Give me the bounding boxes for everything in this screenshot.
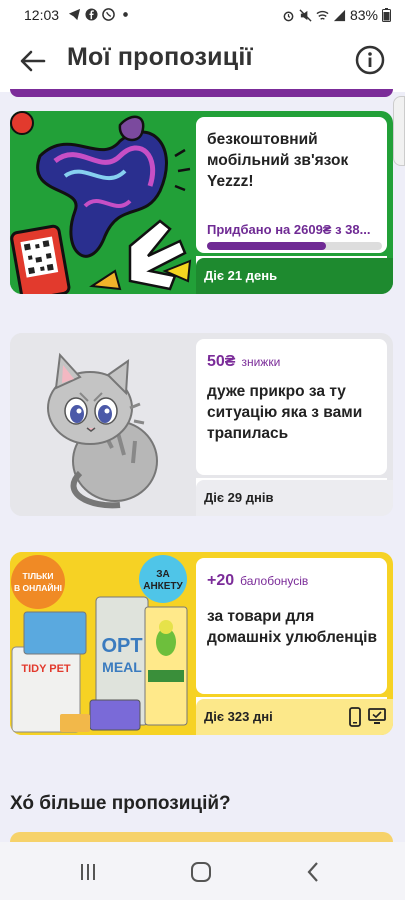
offer-text: за товари для домашніх улюбленців bbox=[207, 608, 377, 646]
survey-tag-line2: АНКЕТУ bbox=[143, 581, 183, 592]
offer-card-discount[interactable]: 50₴ знижки дуже прикро за ту ситуацію як… bbox=[10, 333, 393, 516]
telegram-icon bbox=[68, 8, 81, 21]
offer-card-yezzz[interactable]: безкоштовний мобільний зв'язок Yezzz! Пр… bbox=[10, 111, 393, 294]
accessibility-handle[interactable] bbox=[393, 96, 405, 166]
offer-footer: Діє 323 дні bbox=[196, 699, 393, 735]
svg-text:TIDY PET: TIDY PET bbox=[21, 663, 71, 675]
offer-duration: Діє 29 днів bbox=[204, 490, 274, 505]
offer-text: дуже прикро за ту ситуацію яка з вами тр… bbox=[207, 383, 363, 442]
online-only-tag-line2: В ОНЛАЙНІ bbox=[14, 582, 62, 593]
signal-icon bbox=[333, 9, 346, 21]
facebook-icon bbox=[85, 8, 98, 21]
discount-badge: 50₴ знижки bbox=[207, 353, 280, 371]
offer-ticket: +20 балобонусів за товари для домашніх у… bbox=[196, 558, 387, 721]
pet-products-image: ТІЛЬКИ В ОНЛАЙНІ ЗА АНКЕТУ OPT MEAL TIDY… bbox=[10, 552, 193, 735]
online-only-tag-line1: ТІЛЬКИ bbox=[23, 571, 54, 581]
badge-value: 50₴ bbox=[207, 353, 236, 370]
offer-ticket: безкоштовний мобільний зв'язок Yezzz! Пр… bbox=[196, 117, 387, 280]
system-nav-bar bbox=[0, 842, 405, 900]
svg-text:OPT: OPT bbox=[101, 635, 142, 657]
mobile-phone-icon bbox=[349, 707, 361, 727]
progress-fill bbox=[207, 242, 326, 250]
back-arrow-icon[interactable] bbox=[18, 48, 48, 74]
battery-icon bbox=[382, 8, 391, 22]
offer-duration: Діє 323 дні bbox=[204, 709, 273, 724]
previous-card-edge bbox=[10, 89, 393, 97]
notification-icons bbox=[68, 8, 132, 21]
bonus-badge: +20 балобонусів bbox=[207, 572, 308, 590]
app-bar: Мої пропозиції bbox=[0, 30, 405, 92]
alarm-icon bbox=[283, 11, 294, 21]
back-nav-icon[interactable] bbox=[302, 860, 326, 884]
desktop-check-icon bbox=[368, 708, 386, 724]
survey-tag-line1: ЗА bbox=[156, 569, 170, 580]
viber-icon bbox=[102, 8, 115, 21]
recent-apps-icon[interactable] bbox=[76, 860, 100, 884]
offer-ticket: 50₴ знижки дуже прикро за ту ситуацію як… bbox=[196, 339, 387, 502]
home-icon[interactable] bbox=[189, 860, 213, 884]
page-title: Мої пропозиції bbox=[67, 43, 253, 71]
more-offers-heading: Хо́ більше пропозицій? bbox=[10, 793, 231, 814]
svg-text:MEAL: MEAL bbox=[102, 659, 142, 675]
battery-percent: 83% bbox=[349, 7, 378, 23]
badge-value: +20 bbox=[207, 572, 235, 589]
offer-footer: Діє 29 днів bbox=[196, 480, 393, 516]
badge-label: балобонусів bbox=[240, 574, 309, 588]
wifi-icon bbox=[316, 10, 329, 20]
dot-icon bbox=[123, 12, 128, 17]
status-time: 12:03 bbox=[24, 7, 60, 23]
ticket-body: +20 балобонусів за товари для домашніх у… bbox=[196, 558, 387, 694]
info-icon[interactable] bbox=[355, 45, 385, 75]
ticket-body: 50₴ знижки дуже прикро за ту ситуацію як… bbox=[196, 339, 387, 475]
progress-bar bbox=[207, 242, 382, 250]
offer-card-pets[interactable]: ТІЛЬКИ В ОНЛАЙНІ ЗА АНКЕТУ OPT MEAL TIDY… bbox=[10, 552, 393, 735]
mute-icon bbox=[299, 8, 312, 22]
status-bar: 12:03 83% bbox=[0, 0, 405, 30]
ticket-body: безкоштовний мобільний зв'язок Yezzz! Пр… bbox=[196, 117, 387, 253]
yezzz-offer-image bbox=[10, 111, 193, 294]
progress-text: Придбано на 2609₴ з 38... bbox=[207, 222, 371, 237]
sad-cat-image bbox=[10, 333, 193, 516]
badge-label: знижки bbox=[241, 355, 281, 369]
offer-duration: Діє 21 день bbox=[204, 268, 278, 283]
offer-footer: Діє 21 день bbox=[196, 258, 393, 294]
system-status: 83% bbox=[282, 7, 391, 23]
offer-text: безкоштовний мобільний зв'язок Yezzz! bbox=[207, 131, 349, 190]
